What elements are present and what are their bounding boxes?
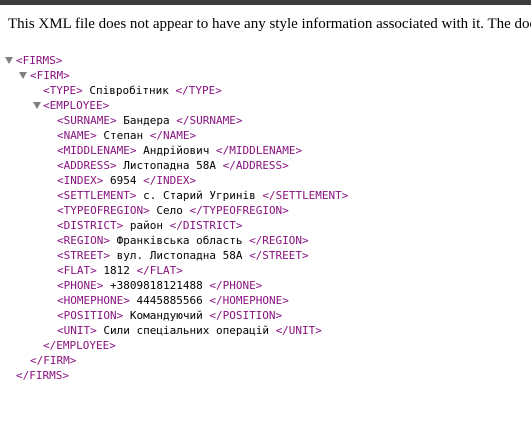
xml-node-field: <FLAT> 1812 </FLAT> [0,263,531,278]
tag-close: </REGION> [249,234,309,247]
tag-value: Листопадна 58А [116,159,223,172]
tag-close: </NAME> [149,129,197,142]
xml-node-field: <UNIT> Сили спеціальних операцій </UNIT> [0,323,531,338]
tag-close: </POSITION> [209,309,283,322]
tag-value: Андрійович [136,144,216,157]
xml-tree: <FIRMS> <FIRM> <TYPE> Співробітник </TYP… [0,53,531,383]
tag-value: Франківська область [109,234,250,247]
xml-node-employee: <EMPLOYEE> [0,98,531,113]
tag-open: <FLAT> [57,264,97,277]
xml-node-field: <NAME> Степан </NAME> [0,128,531,143]
tag-open: <PHONE> [57,279,104,292]
tag-close-employee: </EMPLOYEE> [43,339,116,352]
tag-value: вул. Листопадна 58А [109,249,250,262]
tag-value: 6954 [103,174,144,187]
tag-open: <SETTLEMENT> [57,189,137,202]
tag-close: </PHONE> [209,279,263,292]
xml-node-type: <TYPE> Співробітник </TYPE> [0,83,531,98]
tag-open: <REGION> [57,234,110,247]
tag-open: <DISTRICT> [57,219,124,232]
tag-close: </FLAT> [136,264,183,277]
tag-value: с. Старий Угринів [136,189,263,202]
tag-value: +3809818121488 [103,279,210,292]
tag-value: 1812 [96,264,137,277]
tag-open-firms: <FIRMS> [16,54,63,67]
xml-style-notice: This XML file does not appear to have an… [0,6,531,38]
tag-open: <STREET> [57,249,110,262]
xml-node-field: <MIDDLENAME> Андрійович </MIDDLENAME> [0,143,531,158]
xml-node-firms: <FIRMS> [0,53,531,68]
tag-value: Село [149,204,190,217]
xml-node-field: <DISTRICT> район </DISTRICT> [0,218,531,233]
tag-value: Командуючий [123,309,210,322]
notice-text: This XML file does not appear to have an… [8,16,531,32]
tag-close: </DISTRICT> [169,219,243,232]
xml-node-employee-close: </EMPLOYEE> [0,338,531,353]
collapse-triangle-icon[interactable] [19,72,27,79]
employee-fields: <SURNAME> Бандера </SURNAME> <NAME> Степа… [0,113,531,338]
tag-close: </INDEX> [143,174,197,187]
tag-open: <UNIT> [57,324,97,337]
collapse-triangle-icon[interactable] [5,57,13,64]
tag-open: <MIDDLENAME> [57,144,137,157]
collapse-triangle-icon[interactable] [33,102,41,109]
tag-close: </UNIT> [275,324,322,337]
tag-close-firm: </FIRM> [30,354,77,367]
xml-node-field: <POSITION> Командуючий </POSITION> [0,308,531,323]
xml-node-field: <REGION> Франківська область </REGION> [0,233,531,248]
xml-node-field: <ADDRESS> Листопадна 58А </ADDRESS> [0,158,531,173]
tag-open: <TYPEOFREGION> [57,204,150,217]
tag-close: </STREET> [249,249,309,262]
xml-node-field: <HOMEPHONE> 4445885566 </HOMEPHONE> [0,293,531,308]
tag-close: </HOMEPHONE> [209,294,289,307]
xml-node-field: <SETTLEMENT> с. Старий Угринів </SETTLEM… [0,188,531,203]
tag-value: Сили спеціальних операцій [96,324,276,337]
xml-node-firm: <FIRM> [0,68,531,83]
tag-value: Співробітник [82,84,176,97]
tag-value: Степан [96,129,150,142]
tag-close: </TYPEOFREGION> [189,204,289,217]
tag-close: </SURNAME> [176,114,243,127]
tag-open: <SURNAME> [57,114,117,127]
tag-close: </MIDDLENAME> [215,144,303,157]
tag-close: </ADDRESS> [222,159,289,172]
xml-node-firms-close: </FIRMS> [0,368,531,383]
tag-open: <NAME> [57,129,97,142]
tag-open: <TYPE> [43,84,83,97]
tag-open-employee: <EMPLOYEE> [43,99,110,112]
tag-close: </TYPE> [175,84,222,97]
xml-node-field: <INDEX> 6954 </INDEX> [0,173,531,188]
tag-open: <INDEX> [57,174,104,187]
xml-node-field: <TYPEOFREGION> Село </TYPEOFREGION> [0,203,531,218]
tag-close: </SETTLEMENT> [262,189,349,202]
xml-node-firm-close: </FIRM> [0,353,531,368]
xml-node-field: <STREET> вул. Листопадна 58А </STREET> [0,248,531,263]
tag-open: <POSITION> [57,309,124,322]
xml-node-field: <PHONE> +3809818121488 </PHONE> [0,278,531,293]
top-bar [0,0,531,5]
tag-value: район [123,219,170,232]
tag-close-firms: </FIRMS> [16,369,69,382]
tag-value: Бандера [116,114,177,127]
tag-open: <ADDRESS> [57,159,117,172]
xml-node-field: <SURNAME> Бандера </SURNAME> [0,113,531,128]
tag-open-firm: <FIRM> [30,69,70,82]
tag-value: 4445885566 [129,294,210,307]
tag-open: <HOMEPHONE> [57,294,130,307]
